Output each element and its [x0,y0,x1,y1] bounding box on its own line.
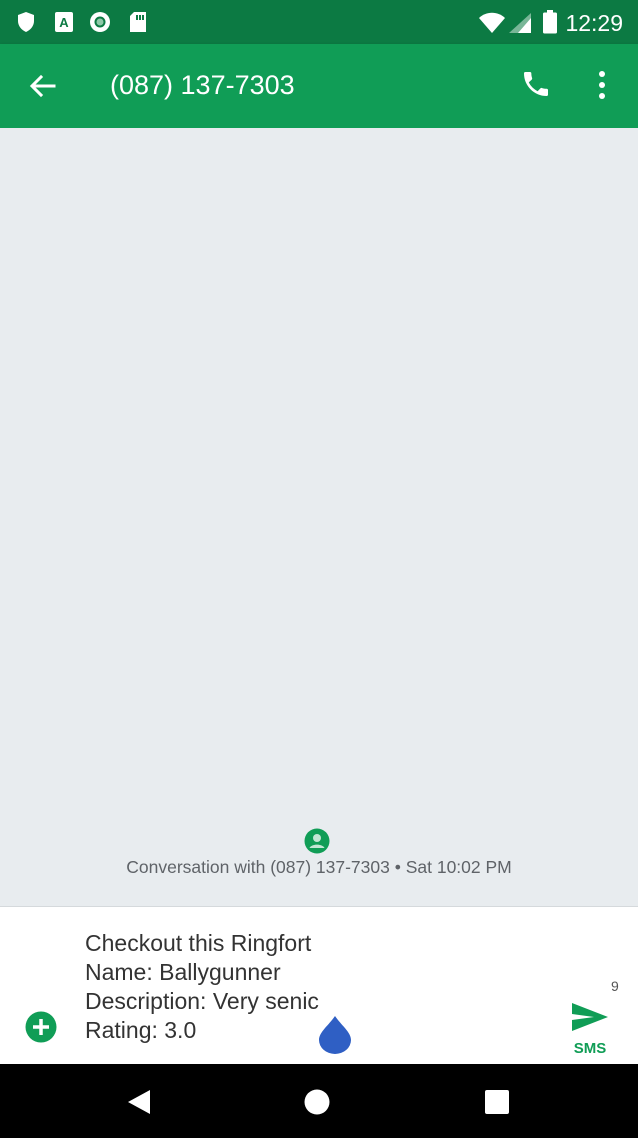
contact-avatar-icon [304,828,330,859]
nav-recents-icon[interactable] [485,1090,509,1119]
status-time: 12:29 [565,10,623,36]
phone-icon[interactable] [520,68,552,105]
page-title: (087) 137-7303 [110,70,295,100]
conversation-area [0,128,638,906]
svg-text:A: A [59,15,69,30]
back-arrow-icon[interactable] [28,72,56,105]
text-cursor-handle[interactable] [318,1015,352,1060]
a-badge-icon: A [54,11,74,38]
send-icon [568,1001,612,1038]
battery-icon [542,10,558,39]
wifi-icon [478,12,506,39]
compose-bar: Checkout this Ringfort Name: Ballygunner… [0,906,638,1065]
nav-home-icon[interactable] [304,1089,330,1120]
navigation-bar [0,1064,638,1138]
app-bar: (087) 137-7303 [0,44,638,128]
send-sms-button[interactable]: SMS [568,1001,612,1057]
sd-card-icon [128,11,148,38]
char-count: 9 [611,978,619,994]
signal-icon [508,12,532,39]
add-attachment-icon[interactable] [25,1011,57,1048]
more-vert-icon[interactable] [592,70,612,105]
shield-icon [16,11,36,38]
message-input[interactable]: Checkout this Ringfort Name: Ballygunner… [85,929,525,1045]
circle-record-icon [89,11,111,38]
send-label: SMS [573,1040,607,1057]
status-bar: A 12:29 [0,0,638,44]
nav-back-icon[interactable] [126,1088,152,1121]
conversation-info: Conversation with (087) 137-7303 • Sat 1… [126,857,512,877]
